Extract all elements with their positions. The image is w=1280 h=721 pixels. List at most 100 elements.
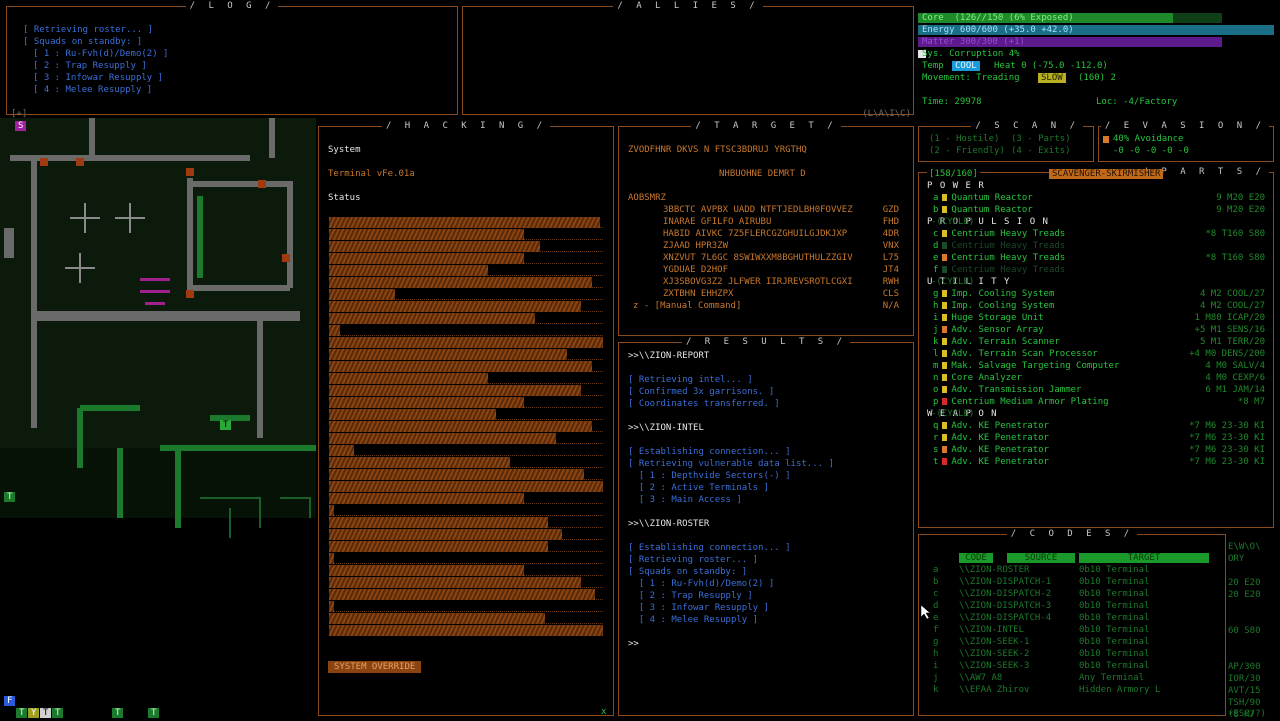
target-command[interactable]: HABID AIVKC 7Z5FLERCGZGHUILGJDKJXP [663, 229, 847, 240]
map-marker-t[interactable]: T [40, 708, 52, 718]
part-row[interactable]: i Huge Storage Unit 1 M80 ICAP/20 [933, 313, 1265, 324]
code-source[interactable]: \\AW7 A8 [959, 673, 1002, 684]
target-command[interactable]: 3BBCTC AVPBX UADD NTFTJEDLBH0FOVVEZ [663, 205, 853, 216]
part-row[interactable]: s Adv. KE Penetrator *7 M6 23-30 KI [933, 445, 1265, 456]
scan-title: / S C A N / [971, 121, 1083, 131]
code-source[interactable]: \\ZION-DISPATCH-3 [959, 601, 1051, 612]
part-row[interactable]: e Centrium Heavy Treads *8 T160 S80 [933, 253, 1265, 264]
part-row[interactable]: p Centrium Medium Armor Plating *8 M7 [933, 397, 1265, 408]
results-window: / R E S U L T S / >>\\ZION-REPORT [ Retri… [601, 337, 914, 717]
code-source[interactable]: \\ZION-DISPATCH-4 [959, 613, 1051, 624]
map-marker-t[interactable]: T [4, 492, 16, 502]
code-key[interactable]: e [933, 613, 938, 624]
scan-friendly[interactable]: (2 - Friendly) [929, 146, 1005, 157]
core-text: Core (126//150 (6% Exposed) [922, 13, 1074, 23]
part-row[interactable]: h Imp. Cooling System 4 M2 COOL/27 [933, 301, 1265, 312]
part-name: Adv. KE Penetrator [951, 445, 1049, 455]
target-command[interactable]: YGDUAE D2HOF [663, 265, 728, 276]
code-key[interactable]: d [933, 601, 938, 612]
part-row[interactable]: d Centrium Heavy Treads [933, 241, 1265, 252]
code-key[interactable]: g [933, 637, 938, 648]
code-key[interactable]: j [933, 673, 938, 684]
cycle-toggle[interactable]: -(CYCLE) [931, 277, 974, 288]
map-marker-t[interactable]: T [112, 708, 124, 718]
target-command[interactable]: XJ3SBOVG3Z2 JLFWER IIRJREVSROTLCGXI [663, 277, 853, 288]
part-row[interactable]: q Adv. KE Penetrator *7 M6 23-30 KI [933, 421, 1265, 432]
code-key[interactable]: k [933, 685, 938, 696]
target-command[interactable]: XNZVUT 7L6GC 8SWIWXXM8BGHUTHULZZGIV [663, 253, 853, 264]
codes-side-stat: 20 E20 [1228, 578, 1261, 588]
hack-progress-bar [329, 313, 535, 324]
code-key[interactable]: f [933, 625, 938, 636]
code-source[interactable]: \\ZION-SEEK-1 [959, 637, 1029, 648]
system-override-button[interactable]: SYSTEM OVERRIDE [328, 661, 422, 673]
part-row[interactable]: m Mak. Salvage Targeting Computer 4 M0 SAL… [933, 361, 1265, 372]
part-row[interactable]: c Centrium Heavy Treads *8 T160 S80 [933, 229, 1265, 240]
part-key: m [933, 361, 939, 371]
map-marker-t[interactable]: T [220, 420, 232, 430]
code-source[interactable]: \\ZION-ROSTER [959, 565, 1029, 576]
part-row[interactable]: j Adv. Sensor Array +5 M1 SENS/16 [933, 325, 1265, 336]
part-row[interactable]: g Imp. Cooling System 4 M2 COOL/27 [933, 289, 1265, 300]
codes-col-source[interactable]: SOURCE [1007, 553, 1075, 563]
code-source[interactable]: \\ZION-SEEK-3 [959, 661, 1029, 672]
map-marker-y[interactable]: Y [28, 708, 40, 718]
evasion-icon [1103, 136, 1109, 143]
code-key[interactable]: b [933, 577, 938, 588]
code-source[interactable]: \\ZION-INTEL [959, 625, 1024, 636]
hack-progress-bar [329, 409, 496, 420]
hack-track [329, 334, 603, 336]
part-row[interactable]: n Core Analyzer 4 M0 CEXP/6 [933, 373, 1265, 384]
cycle-toggle[interactable]: -(CYCLE) [931, 409, 974, 420]
codes-col-code[interactable]: CODE [959, 553, 993, 563]
manual-command[interactable]: z - [Manual Command] [633, 301, 741, 312]
map-marker-s[interactable]: S [15, 121, 27, 131]
codes-col-target[interactable]: TARGET [1079, 553, 1209, 563]
part-row[interactable]: r Adv. KE Penetrator *7 M6 23-30 KI [933, 433, 1265, 444]
code-target: 0b10 Terminal [1079, 577, 1150, 587]
code-source[interactable]: \\EFAA Zhirov [959, 685, 1029, 696]
code-key[interactable]: a [933, 565, 938, 576]
map-marker-t[interactable]: T [52, 708, 64, 718]
part-stats: *8 T160 S80 [1205, 229, 1265, 239]
target-command[interactable]: INARAE GFILFO AIRUBU [663, 217, 771, 228]
hack-progress-bar [329, 241, 540, 252]
part-name: Centrium Heavy Treads [951, 229, 1066, 239]
map-marker-t[interactable]: T [148, 708, 160, 718]
target-command[interactable]: ZJAAD HPR3ZW [663, 241, 728, 252]
scan-parts[interactable]: (3 - Parts) [1011, 134, 1071, 145]
part-row[interactable]: o Adv. Transmission Jammer 6 M1 JAM/14 [933, 385, 1265, 396]
esc-help-button[interactable]: (ESC/?) [1228, 709, 1266, 720]
target-command[interactable]: ZXTBHN EHHZPX [663, 289, 733, 300]
result-line: [ 3 : Main Access ] [628, 495, 742, 505]
target-subtitle: NHBUOHNE DEMRT D [719, 169, 806, 179]
code-key[interactable]: i [933, 661, 938, 672]
energy-text: Energy 600/600 (+35.0 +42.0) [922, 25, 1074, 35]
hack-progress-bar [329, 421, 592, 432]
code-source[interactable]: \\ZION-DISPATCH-2 [959, 589, 1051, 600]
integrity-pip-icon [942, 302, 948, 309]
close-icon[interactable]: x [601, 707, 606, 718]
map-canvas[interactable] [0, 118, 316, 720]
part-row[interactable]: a Quantum Reactor 9 M20 E20 [933, 193, 1265, 204]
part-row[interactable]: f Centrium Heavy Treads [933, 265, 1265, 276]
scan-hostile[interactable]: (1 - Hostile) [929, 134, 999, 145]
map-view[interactable]: S T T F T Y T T T T [0, 118, 316, 720]
hack-progress-bar [329, 217, 600, 228]
cycle-toggle[interactable]: -(CYCLE) [931, 217, 974, 228]
codes-side-stat: 60 S80 [1228, 626, 1261, 636]
code-key[interactable]: c [933, 589, 938, 600]
code-key[interactable]: h [933, 649, 938, 660]
heat-text: Heat 0 (-75.0 -112.0) [994, 61, 1108, 71]
code-source[interactable]: \\ZION-SEEK-2 [959, 649, 1029, 660]
map-marker-f[interactable]: F [4, 696, 16, 706]
part-row[interactable]: k Adv. Terrain Scanner 5 M1 TERR/20 [933, 337, 1265, 348]
part-row[interactable]: b Quantum Reactor 9 M20 E20 [933, 205, 1265, 216]
part-row[interactable]: l Adv. Terrain Scan Processor +4 M0 DENS/2… [933, 349, 1265, 360]
map-marker-t[interactable]: T [16, 708, 28, 718]
part-stats: *7 M6 23-30 KI [1189, 457, 1265, 467]
allies-corner[interactable]: (L\A\I\C) [862, 109, 911, 120]
part-row[interactable]: t Adv. KE Penetrator *7 M6 23-30 KI [933, 457, 1265, 468]
code-source[interactable]: \\ZION-DISPATCH-1 [959, 577, 1051, 588]
scan-exits[interactable]: (4 - Exits) [1011, 146, 1071, 157]
